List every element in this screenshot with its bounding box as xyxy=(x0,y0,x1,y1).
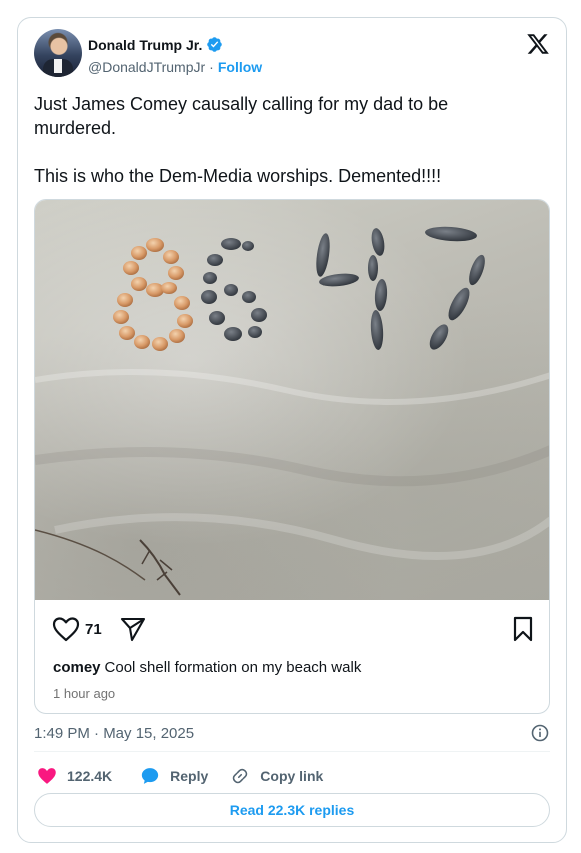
handle-row: @DonaldJTrumpJr · Follow xyxy=(88,59,262,75)
bookmark-icon[interactable] xyxy=(512,616,534,642)
instagram-embed[interactable]: 71 comey Cool shell formation on my beach… xyxy=(34,199,550,714)
tweet-text: Just James Comey causally calling for my… xyxy=(34,92,534,188)
heart-filled-icon xyxy=(38,768,56,784)
copy-link-label: Copy link xyxy=(260,768,324,784)
caption-username[interactable]: comey xyxy=(53,659,101,676)
heart-outline-icon[interactable] xyxy=(52,616,80,642)
info-icon[interactable] xyxy=(531,724,549,742)
author-avatar[interactable] xyxy=(34,29,82,77)
author-block: Donald Trump Jr. @DonaldJTrumpJr · Follo… xyxy=(88,36,262,76)
author-handle[interactable]: @DonaldJTrumpJr xyxy=(88,59,205,75)
verified-badge-icon xyxy=(207,37,223,52)
read-replies-button[interactable]: Read 22.3K replies xyxy=(34,793,550,827)
divider xyxy=(34,751,550,752)
avatar-shirt xyxy=(54,59,62,73)
tweet-text-line-2: This is who the Dem-Media worships. Deme… xyxy=(34,166,442,186)
reply-label: Reply xyxy=(170,768,209,784)
beach-photo[interactable] xyxy=(35,200,550,600)
follow-button[interactable]: Follow xyxy=(218,59,262,75)
instagram-like-count: 71 xyxy=(85,621,102,638)
author-name-row: Donald Trump Jr. xyxy=(88,36,262,53)
copy-link-action[interactable]: Copy link xyxy=(230,766,323,786)
send-icon[interactable] xyxy=(120,616,146,642)
instagram-caption: comey Cool shell formation on my beach wa… xyxy=(53,659,361,676)
handle-separator: · xyxy=(209,59,214,75)
author-name[interactable]: Donald Trump Jr. xyxy=(88,37,202,53)
caption-text: Cool shell formation on my beach walk xyxy=(104,659,362,676)
engagement-bar: 122.4K Reply Copy link xyxy=(34,764,323,788)
like-count: 122.4K xyxy=(67,768,113,784)
x-logo-icon[interactable] xyxy=(526,32,550,56)
tweet-timestamp[interactable]: 1:49 PM · May 15, 2025 xyxy=(34,725,194,742)
post-time-ago: 1 hour ago xyxy=(53,686,116,701)
reply-action[interactable]: Reply xyxy=(140,766,208,786)
tweet-text-line-1: Just James Comey causally calling for my… xyxy=(34,94,449,138)
instagram-actions: 71 comey Cool shell formation on my beach… xyxy=(35,600,549,713)
tweet-card: Donald Trump Jr. @DonaldJTrumpJr · Follo… xyxy=(17,17,567,843)
reply-bubble-icon xyxy=(141,768,159,784)
link-icon xyxy=(233,768,248,784)
like-action[interactable]: 122.4K xyxy=(37,766,112,786)
